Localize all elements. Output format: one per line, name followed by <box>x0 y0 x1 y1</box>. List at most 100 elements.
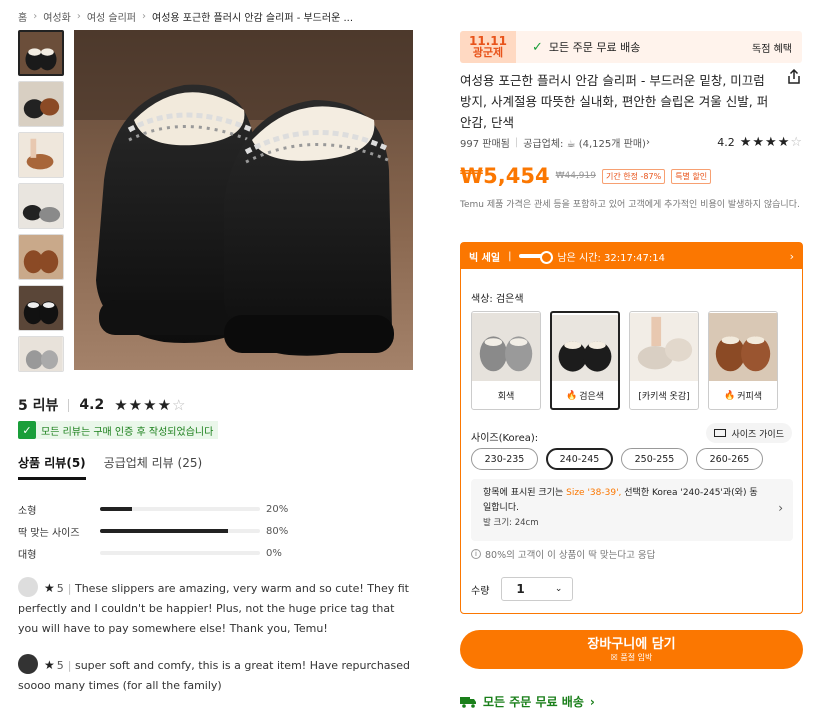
free-shipping-text: 모든 주문 무료 배송 <box>548 41 641 54</box>
chevron-right-icon: › <box>33 10 38 22</box>
breadcrumb: 홈 › 여성화 › 여성 슬리퍼 › 여성용 포근한 플러시 안감 슬리퍼 - … <box>18 8 428 24</box>
thumbnail[interactable] <box>18 285 64 331</box>
star-icon: ★ <box>44 581 55 595</box>
star-icon: ★ <box>114 396 128 414</box>
share-icon[interactable] <box>786 69 802 85</box>
review-rating: 5 <box>56 659 64 672</box>
breadcrumb-women-shoes[interactable]: 여성화 <box>43 9 71 24</box>
review-rating: 5 <box>56 582 64 595</box>
color-name: 🔥 커피색 <box>723 390 763 403</box>
color-image <box>552 313 618 383</box>
verified-text: 모든 리뷰는 구매 인증 후 작성되었습니다 <box>41 426 214 438</box>
star-icon: ★ <box>157 396 172 414</box>
add-to-cart-button[interactable]: 장바구니에 담기 ☒ 품절 임박 <box>460 630 803 669</box>
fit-bar <box>100 507 260 511</box>
size-option[interactable]: 250-255 <box>621 448 688 470</box>
thumbnail[interactable] <box>18 132 64 178</box>
color-label: 색상: 검은색 <box>471 294 524 305</box>
product-meta: 997 판매됨 | 공급업체: ☕ (4,125개 판매) › 4.2 ★ ★ ★ ★… <box>460 135 802 150</box>
breadcrumb-current: 여성용 포근한 플러시 안감 슬리퍼 - 부드러운 ... <box>152 12 353 24</box>
free-shipping-link[interactable]: 모든 주문 무료 배송 › <box>460 693 595 710</box>
size-options: 230-235 240-245 250-255 260-265 <box>471 448 763 470</box>
review-text: These slippers are amazing, very warm an… <box>18 582 409 635</box>
add-to-cart-label: 장바구니에 담기 <box>587 636 676 652</box>
quantity-label: 수량 <box>471 585 490 597</box>
check-icon: ✓ <box>532 39 543 55</box>
breadcrumb-women-slippers[interactable]: 여성 슬리퍼 <box>87 9 136 24</box>
thumbnail[interactable] <box>18 336 64 372</box>
purchase-panel: 빅 세일 | 남은 시간: 32:17:47:14 › 색상: 검은색 회색 🔥… <box>460 242 803 614</box>
divider: | <box>514 137 519 148</box>
fit-row-true-to-size: 딱 맞는 사이즈 80% <box>18 520 318 542</box>
info-icon: i <box>471 549 481 559</box>
size-option[interactable]: 240-245 <box>546 448 613 470</box>
star-icon: ★ <box>752 135 765 150</box>
clock-icon <box>519 251 554 264</box>
main-product-image[interactable] <box>74 30 413 370</box>
tax-note: Temu 제품 가격은 관세 등을 포함하고 있어 고객에게 추가적인 비용이 … <box>460 200 800 210</box>
review-text: super soft and comfy, this is a great it… <box>18 659 411 692</box>
quantity-select[interactable]: 1 ⌄ <box>501 577 574 601</box>
product-title: 여성용 포근한 플러시 안감 슬리퍼 - 부드러운 밑창, 미끄럼 방지, 사계… <box>460 73 769 130</box>
size-guide-label: 사이즈 가이드 <box>731 429 784 440</box>
thumbnail[interactable] <box>18 30 64 76</box>
sold-count: 997 판매됨 <box>460 139 510 150</box>
fit-label: 소형 <box>18 505 37 517</box>
size-option[interactable]: 260-265 <box>696 448 763 470</box>
free-shipping: ✓ 모든 주문 무료 배송 <box>532 39 640 55</box>
star-icon: ★ <box>128 396 143 414</box>
product-rating[interactable]: 4.2 ★ ★ ★ ★ ☆ <box>717 135 802 150</box>
review-item: ★ 5 | These slippers are amazing, very war… <box>18 577 418 639</box>
promo-logo: 11.11 광군제 <box>460 31 516 63</box>
review-score: 4.2 <box>79 397 105 413</box>
thumbnail-list <box>18 30 66 372</box>
promo-logo-text: 광군제 <box>472 46 504 59</box>
review-count: 5 리뷰 <box>18 398 59 414</box>
fit-label: 대형 <box>18 549 37 561</box>
big-sale-header[interactable]: 빅 세일 | 남은 시간: 32:17:47:14 › <box>461 243 802 269</box>
color-option-coffee[interactable]: 🔥 커피색 <box>708 311 778 410</box>
review-rating-summary: 5 리뷰 4.2 ★ ★ ★ ★ ☆ <box>18 395 185 415</box>
star-icon: ★ <box>44 658 55 672</box>
size-option[interactable]: 230-235 <box>471 448 538 470</box>
fit-percent: 0% <box>266 547 282 559</box>
breadcrumb-home[interactable]: 홈 <box>18 9 27 24</box>
thumbnail[interactable] <box>18 234 64 280</box>
tab-product-reviews[interactable]: 상품 리뷰(5) <box>18 454 86 480</box>
review-item: ★ 5 | super soft and comfy, this is a grea… <box>18 654 418 696</box>
fit-row-large: 대형 0% <box>18 542 318 564</box>
avatar[interactable] <box>18 654 38 674</box>
ruler-icon <box>714 429 727 437</box>
chevron-right-icon: › <box>142 10 146 22</box>
star-rating: ★ ★ ★ ★ ☆ <box>114 396 185 414</box>
thumbnail[interactable] <box>18 81 64 127</box>
special-badge: 특별 할인 <box>671 168 712 184</box>
quantity-value: 1 <box>516 582 525 596</box>
star-icon: ★ <box>143 396 157 414</box>
price-row: ₩5,454 ₩44,919 기간 한정 -87% 특별 할인 <box>460 164 712 188</box>
supplier-link[interactable]: 공급업체: ☕ (4,125개 판매) <box>523 135 646 150</box>
truck-icon <box>460 696 476 708</box>
fit-bar <box>100 529 260 533</box>
divider <box>68 398 70 412</box>
original-price: ₩44,919 <box>555 171 596 181</box>
star-icon: ★ <box>765 135 777 150</box>
fit-note: i 80%의 고객이 이 상품이 딱 맞는다고 응답 <box>471 547 655 561</box>
divider: | <box>67 659 72 672</box>
avatar[interactable] <box>18 577 38 597</box>
tab-supplier-reviews[interactable]: 공급업체 리뷰 (25) <box>104 454 203 480</box>
chevron-right-icon: › <box>778 501 783 515</box>
big-sale-label: 빅 세일 <box>469 252 501 264</box>
color-option-gray[interactable]: 회색 <box>471 311 541 410</box>
countdown-timer: 남은 시간: 32:17:47:14 <box>557 252 666 264</box>
size-info-box[interactable]: 항목에 표시된 크기는 Size '38-39', 선택한 Korea '240… <box>471 479 793 541</box>
color-option-khaki[interactable]: [카키색 옷감] <box>629 311 699 410</box>
chevron-right-icon: › <box>76 10 81 22</box>
thumbnail[interactable] <box>18 183 64 229</box>
promo-banner[interactable]: 11.11 광군제 ✓ 모든 주문 무료 배송 독점 혜택 <box>460 31 802 63</box>
fit-note-text: 80%의 고객이 이 상품이 딱 맞는다고 응답 <box>485 550 656 561</box>
exclusive-benefit[interactable]: 독점 혜택 <box>752 40 792 55</box>
color-option-black[interactable]: 🔥 검은색 <box>550 311 620 410</box>
star-empty-icon: ☆ <box>172 396 186 414</box>
size-guide-button[interactable]: 사이즈 가이드 <box>706 423 792 443</box>
